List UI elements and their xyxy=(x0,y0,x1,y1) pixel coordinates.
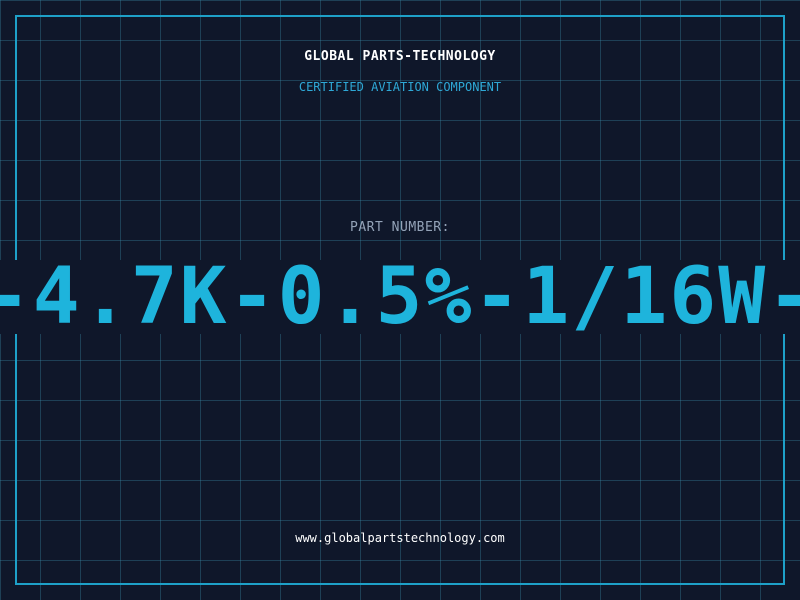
company-name: GLOBAL PARTS-TECHNOLOGY xyxy=(304,49,496,64)
part-number-band: P-4.7K-0.5%-1/16W-C xyxy=(0,260,800,334)
certification-subtitle: CERTIFIED AVIATION COMPONENT xyxy=(298,80,502,94)
website-url: www.globalpartstechnology.com xyxy=(295,531,505,545)
part-number-value: P-4.7K-0.5%-1/16W-C xyxy=(0,260,800,334)
part-number-label: PART NUMBER: xyxy=(350,220,450,235)
